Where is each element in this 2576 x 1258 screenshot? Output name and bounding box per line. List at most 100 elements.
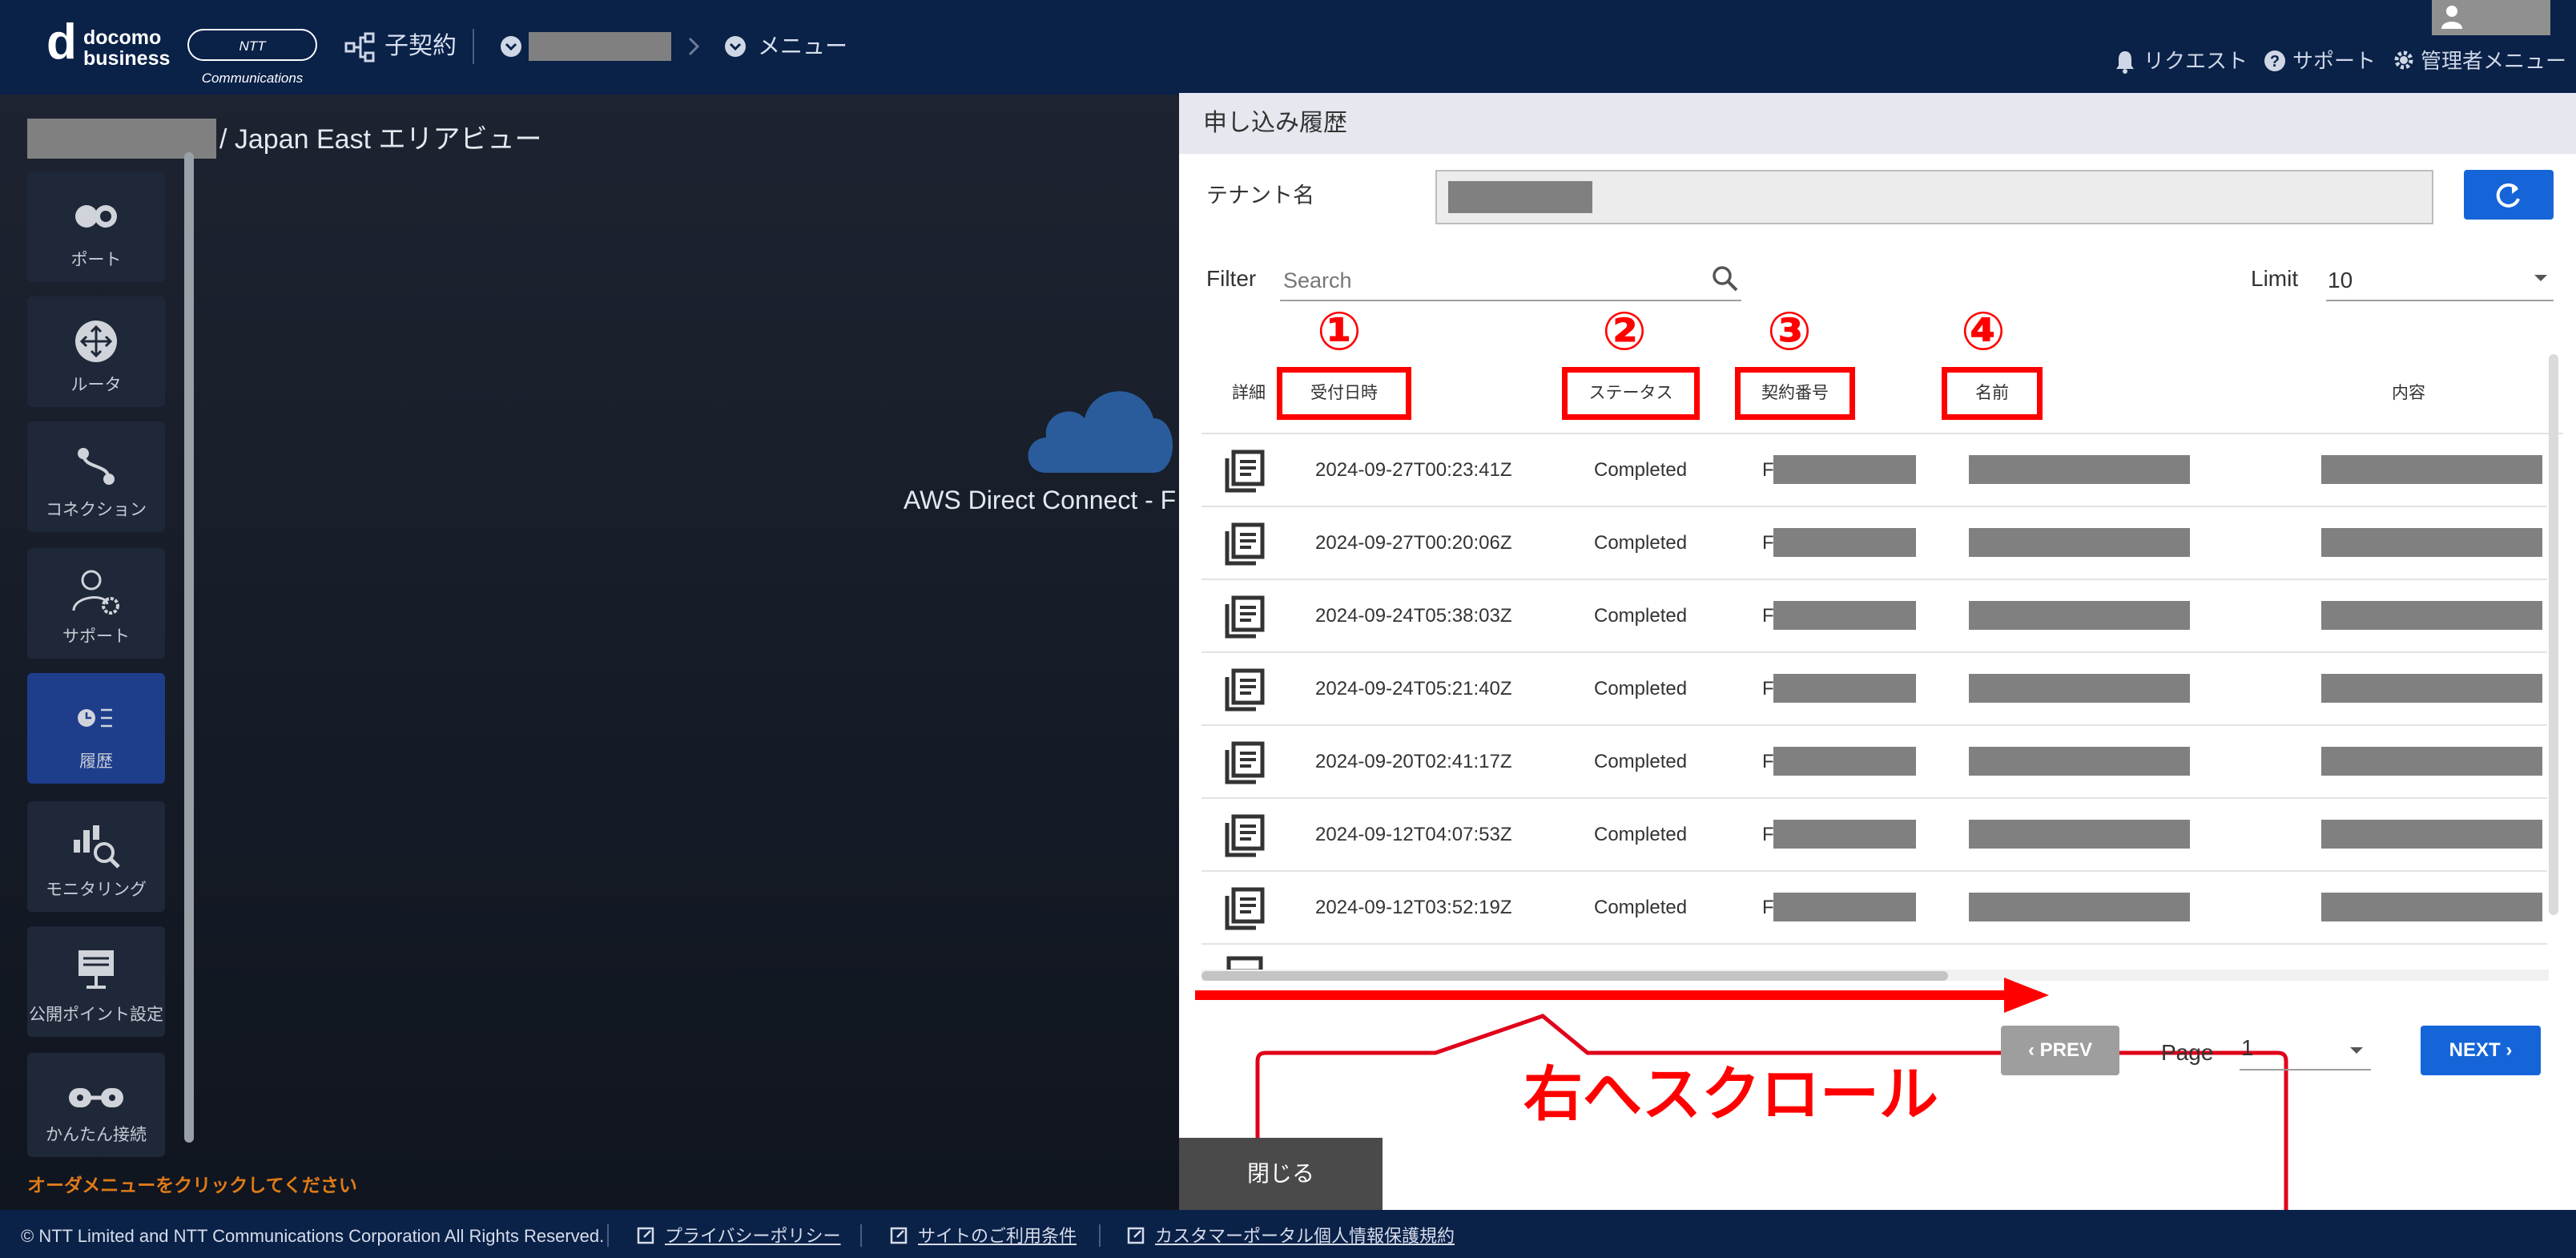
redacted-tenant-name (1448, 181, 1592, 213)
chevron-down-circle-icon (725, 36, 746, 57)
sidebar-item-label: ポート (70, 251, 122, 269)
sidebar-item-support[interactable]: サポート (27, 548, 165, 659)
detail-icon[interactable] (1224, 449, 1266, 494)
column-header-contract-no[interactable]: 契約番号 (1735, 367, 1855, 420)
sidebar-item-label: ルータ (70, 376, 122, 394)
redacted-contract-no (1773, 893, 1916, 921)
cloud-icon[interactable] (1022, 369, 1179, 481)
status-cell: Completed (1594, 532, 1688, 554)
table-row[interactable]: 2024-09-20T02:41:17Z Completed F (1179, 726, 2576, 799)
table-row[interactable]: 2024-09-24T05:21:40Z Completed F (1179, 653, 2576, 726)
sidebar-item-label: 公開ポイント設定 (29, 1006, 163, 1024)
sidebar-item-label: サポート (62, 627, 130, 646)
child-contract-link[interactable]: 子契約 (384, 30, 457, 62)
footer-divider (1099, 1224, 1101, 1247)
chevron-left-icon: ‹ (2027, 1039, 2040, 1061)
redacted-contract[interactable] (529, 32, 671, 61)
arrow-right-icon (2004, 978, 2049, 1013)
redacted-contract-no (1773, 747, 1916, 776)
footer-divider (607, 1224, 609, 1247)
page-select[interactable]: 1 (2240, 1030, 2371, 1071)
monitoring-icon (74, 825, 120, 869)
redacted-contract-no (1773, 674, 1916, 703)
port-icon (75, 205, 117, 228)
sidebar-item-monitoring[interactable]: モニタリング (27, 801, 165, 912)
redacted-contract-no (1773, 455, 1916, 484)
detail-icon[interactable] (1224, 886, 1266, 931)
privacy-policy-link[interactable]: プライバシーポリシー (665, 1224, 841, 1248)
gear-icon (2394, 50, 2413, 70)
admin-menu-link[interactable]: 管理者メニュー (2421, 45, 2566, 77)
vertical-scrollbar[interactable] (2549, 354, 2558, 915)
detail-icon[interactable] (1224, 955, 1266, 971)
sidebar-item-easy-connect[interactable]: かんたん接続 (27, 1053, 165, 1157)
marker-4: ④ (1961, 301, 2006, 361)
search-input[interactable]: Search (1280, 256, 1741, 301)
column-header-name[interactable]: 名前 (1942, 367, 2043, 420)
redacted-name (1969, 455, 2190, 484)
limit-label: Limit (2251, 266, 2299, 291)
close-button[interactable]: 閉じる (1179, 1138, 1383, 1210)
received-cell: 2024-09-12T04:07:53Z (1315, 824, 1512, 845)
connection-icon (78, 448, 115, 485)
sidebar-item-label: モニタリング (46, 881, 147, 899)
area-view-title: / Japan East エリアビュー (219, 124, 542, 155)
search-icon[interactable] (1711, 264, 1740, 293)
tenant-label: テナント名 (1206, 183, 1314, 208)
application-history-dialog: 申し込み履歴 テナント名 Filter Search Limit 10 ① ② … (1179, 93, 2576, 1232)
prev-button[interactable]: ‹ PREV (2001, 1026, 2119, 1075)
table-row[interactable]: 2024-09-27T00:20:06Z Completed F (1179, 507, 2576, 580)
received-cell: 2024-09-27T00:20:06Z (1315, 532, 1512, 554)
support-icon (72, 570, 119, 615)
column-header-content: 内容 (2392, 384, 2425, 402)
status-cell: Completed (1594, 678, 1688, 700)
status-cell: Completed (1594, 824, 1688, 845)
history-icon (78, 708, 112, 728)
table-row[interactable]: 2024-09-27T00:23:41Z Completed F (1179, 434, 2576, 507)
chevron-down-circle-icon (501, 36, 521, 57)
external-link-icon (890, 1227, 908, 1244)
logo-ntt: NTT Communications (187, 29, 317, 86)
detail-icon[interactable] (1224, 522, 1266, 567)
page-label: Page (2161, 1040, 2214, 1065)
sidebar-item-history[interactable]: 履歴 (27, 673, 165, 784)
dialog-title-bar (1179, 93, 2576, 154)
personal-info-policy-link[interactable]: カスタマーポータル個人情報保護規約 (1155, 1224, 1455, 1248)
detail-icon[interactable] (1224, 813, 1266, 858)
marker-2: ② (1602, 301, 1647, 361)
column-header-status[interactable]: ステータス (1562, 367, 1700, 420)
column-header-received[interactable]: 受付日時 (1277, 367, 1411, 420)
horizontal-scrollbar-thumb[interactable] (1201, 971, 1948, 981)
status-cell: Completed (1594, 459, 1688, 481)
detail-icon[interactable] (1224, 740, 1266, 785)
chevron-right-icon: › (2500, 1039, 2513, 1061)
redacted-name (1969, 747, 2190, 776)
redacted-name (1969, 674, 2190, 703)
sidebar-item-router[interactable]: ルータ (27, 296, 165, 407)
logo-docomo-business[interactable]: docomo business (83, 27, 170, 69)
terms-of-use-link[interactable]: サイトのご利用条件 (918, 1224, 1077, 1248)
refresh-button[interactable] (2464, 170, 2554, 220)
dropdown-arrow-icon (2350, 1047, 2363, 1054)
sidebar-item-connection[interactable]: コネクション (27, 421, 165, 532)
aws-direct-connect-label[interactable]: AWS Direct Connect - F (904, 484, 1179, 516)
menu-link[interactable]: メニュー (758, 30, 847, 62)
area-view-background (0, 95, 1179, 1210)
received-cell: 2024-09-20T02:41:17Z (1315, 751, 1512, 772)
sidebar-item-label: 履歴 (79, 752, 113, 771)
table-row[interactable]: 2024-09-24T05:38:03Z Completed F (1179, 580, 2576, 653)
support-link[interactable]: サポート (2292, 45, 2376, 77)
marker-1: ① (1317, 301, 1362, 361)
sidebar-item-public-point[interactable]: 公開ポイント設定 (27, 926, 165, 1037)
limit-select[interactable]: 10 (2326, 256, 2554, 301)
detail-icon[interactable] (1224, 667, 1266, 712)
table-row[interactable]: 2024-09-12T03:52:19Z Completed F (1179, 872, 2576, 945)
sidebar-item-port[interactable]: ポート (27, 171, 165, 282)
redacted-content (2321, 747, 2542, 776)
request-link[interactable]: リクエスト (2143, 45, 2248, 77)
sidebar-scrollbar[interactable] (184, 152, 194, 1143)
detail-icon[interactable] (1224, 595, 1266, 639)
next-button[interactable]: NEXT › (2421, 1026, 2541, 1075)
table-row[interactable]: 2024-09-12T04:07:53Z Completed F (1179, 799, 2576, 872)
redacted-name (1969, 820, 2190, 849)
